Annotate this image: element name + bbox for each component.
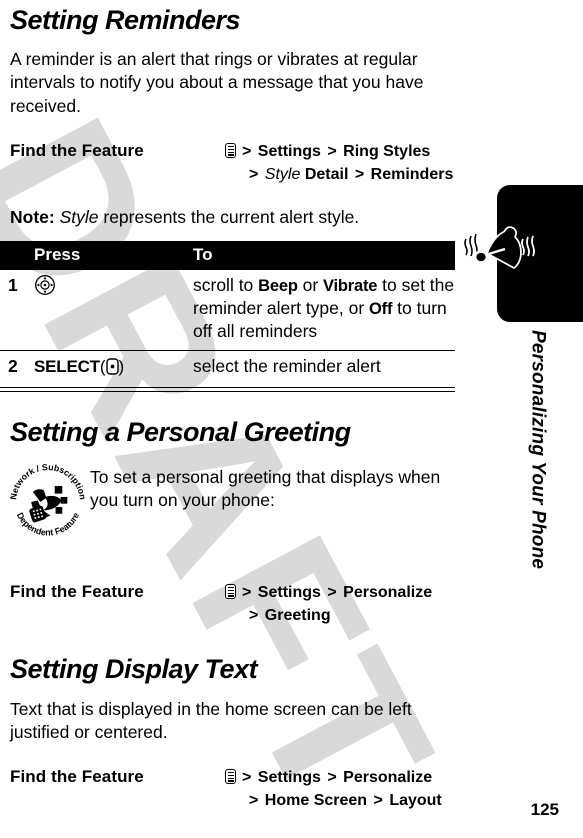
find-the-feature-greeting: Find the Feature > Settings > Personaliz… (0, 581, 470, 627)
greeting-note-block: Network / Subscription Dependent Feature (0, 460, 470, 549)
manual-page: DRAFT Setting Reminders A reminder is an… (0, 0, 583, 838)
feature-path-greeting: > Settings > Personalize > Greeting (225, 581, 470, 627)
page-content: Setting Reminders A reminder is an alert… (0, 0, 470, 812)
section-title-display-text: Setting Display Text (10, 654, 258, 685)
path-separator: > (373, 792, 383, 810)
path-item-layout: Layout (389, 792, 442, 810)
path-separator: > (327, 768, 337, 786)
navigation-key-icon (34, 274, 56, 301)
steps-table: Press To 1 scroll to Beep or Vibrate to … (0, 241, 455, 389)
path-item-detail: Detail (304, 165, 349, 183)
menu-key-icon (225, 768, 236, 784)
step-number: 2 (0, 350, 30, 389)
to-text-2: or (297, 275, 324, 296)
path-separator: > (327, 142, 337, 160)
find-the-feature-reminders: Find the Feature > Settings > Ring Style… (0, 140, 470, 186)
chapter-title-text: Personalizing Your Phone (527, 330, 549, 570)
note-rest: represents the current alert style. (98, 207, 360, 227)
to-text-beep: Beep (258, 277, 298, 296)
find-the-feature-display-text: Find the Feature > Settings > Personaliz… (0, 766, 470, 812)
col-header-to: To (190, 241, 455, 271)
note-line: Note: Style represents the current alert… (10, 206, 460, 229)
path-separator: > (242, 583, 252, 601)
table-row: 1 scroll to Beep or Vibrate to set the r… (0, 270, 455, 351)
feature-path-display-text: > Settings > Personalize > Home Screen >… (225, 766, 470, 812)
path-item-reminders: Reminders (370, 165, 454, 183)
feature-path-reminders: > Settings > Ring Styles > Style Detail … (225, 140, 470, 186)
table-row: 2 SELECT( ) select the reminder alert (0, 350, 455, 389)
col-header-num (0, 241, 30, 271)
note-label: Note: (10, 207, 55, 227)
path-item-settings: Settings (257, 768, 321, 786)
to-text-off: Off (369, 300, 393, 319)
path-separator: > (242, 768, 252, 786)
path-separator: > (354, 165, 365, 183)
path-item-personalize: Personalize (343, 768, 433, 786)
section-body-display-text: Text that is displayed in the home scree… (10, 698, 412, 742)
step-number: 1 (0, 270, 30, 351)
page-number: 125 (530, 800, 559, 819)
menu-key-icon (225, 583, 236, 599)
chapter-title-vertical: Personalizing Your Phone (470, 330, 583, 690)
table-bottom-rule (0, 390, 455, 392)
to-text-vibrate: Vibrate (323, 277, 378, 296)
chapter-rail: Personalizing Your Phone (464, 0, 583, 838)
path-separator: > (249, 165, 259, 183)
select-key-icon (105, 358, 119, 380)
section-body-greeting: To set a personal greeting that displays… (90, 466, 441, 511)
table-header-row: Press To (0, 241, 455, 271)
path-item-settings: Settings (257, 583, 321, 601)
col-header-press: Press (30, 241, 190, 271)
section-title-reminders: Setting Reminders (10, 5, 241, 35)
path-item-style: Style (264, 165, 301, 183)
to-text-0: scroll to (193, 275, 259, 296)
note-italic-word: Style (59, 207, 99, 227)
step-to-cell: select the reminder alert (190, 350, 455, 389)
path-separator: > (249, 607, 259, 625)
paren-close: ) (118, 356, 125, 376)
path-item-personalize: Personalize (343, 583, 433, 601)
path-separator: > (242, 142, 252, 160)
find-the-feature-label: Find the Feature (10, 766, 144, 786)
network-subscription-badge-icon: Network / Subscription Dependent Feature (0, 460, 90, 549)
step-to-cell: scroll to Beep or Vibrate to set the rem… (190, 270, 455, 351)
bell-alert-icon (461, 219, 537, 287)
path-item-ring-styles: Ring Styles (343, 142, 431, 160)
select-softkey-label: SELECT (34, 356, 100, 376)
step-press-cell (30, 270, 190, 351)
path-separator: > (327, 583, 337, 601)
step-press-cell: SELECT( ) (30, 350, 190, 389)
section-title-greeting: Setting a Personal Greeting (10, 416, 351, 447)
menu-key-icon (225, 142, 236, 158)
path-item-settings: Settings (257, 142, 321, 160)
find-the-feature-label: Find the Feature (10, 140, 144, 160)
path-item-home-screen: Home Screen (264, 792, 368, 810)
path-separator: > (249, 792, 259, 810)
section-body-reminders: A reminder is an alert that rings or vib… (10, 49, 424, 116)
find-the-feature-label: Find the Feature (10, 581, 144, 601)
path-item-greeting: Greeting (264, 607, 331, 625)
